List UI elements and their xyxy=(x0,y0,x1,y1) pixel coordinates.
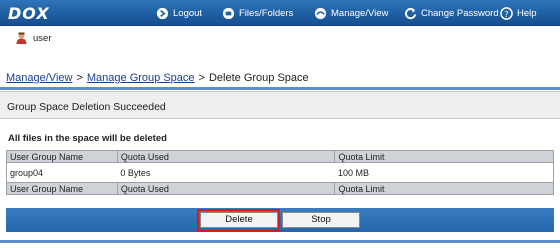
user-name: user xyxy=(33,32,52,44)
manage-icon xyxy=(314,7,327,19)
nav-change-password[interactable]: Change Password xyxy=(404,5,499,21)
nav-change-password-label: Change Password xyxy=(421,7,499,19)
current-user: user xyxy=(16,31,51,45)
breadcrumb-separator: > xyxy=(76,72,83,84)
table-footer-row: User Group Name Quota Used Quota Limit xyxy=(6,182,554,195)
refresh-icon xyxy=(405,7,417,19)
delete-button-highlight xyxy=(197,209,280,232)
nav-files-folders-label: Files/Folders xyxy=(239,7,294,19)
table-cell-quota-limit: 100 MB xyxy=(334,162,554,183)
nav-logout[interactable]: Logout xyxy=(156,5,202,21)
svg-text:?: ? xyxy=(504,8,508,18)
help-icon: ? xyxy=(500,6,513,20)
folder-icon xyxy=(222,7,235,19)
column-header: User Group Name xyxy=(6,150,118,163)
breadcrumb-divider xyxy=(0,87,560,90)
nav-files-folders[interactable]: Files/Folders xyxy=(222,5,293,21)
breadcrumb-current: Delete Group Space xyxy=(208,72,309,84)
table-cell-group-name: group04 xyxy=(6,162,118,183)
section-title-text: Group Space Deletion Succeeded xyxy=(7,101,166,113)
user-icon xyxy=(16,32,27,44)
table-cell-quota-used: 0 Bytes xyxy=(117,162,335,183)
top-nav-bar: DOX Logout Files/Folders Manage/View Cha… xyxy=(0,0,560,26)
breadcrumb-manage-view[interactable]: Manage/View xyxy=(6,72,72,84)
column-header: Quota Limit xyxy=(334,182,554,195)
table-header-row: User Group Name Quota Used Quota Limit xyxy=(6,150,554,163)
nav-manage-view-label: Manage/View xyxy=(331,7,389,19)
breadcrumb: Manage/View > Manage Group Space > Delete Gr… xyxy=(6,72,309,84)
warning-text: All files in the space will be deleted xyxy=(8,133,167,144)
column-header: Quota Used xyxy=(116,182,336,195)
stop-button[interactable]: Stop xyxy=(282,212,360,228)
action-bar: Delete Stop xyxy=(6,208,554,232)
breadcrumb-separator: > xyxy=(198,72,205,84)
section-title: Group Space Deletion Succeeded xyxy=(0,91,560,119)
nav-help[interactable]: ? Help xyxy=(500,5,537,21)
nav-help-label: Help xyxy=(517,7,537,19)
bottom-divider xyxy=(0,240,560,243)
nav-logout-label: Logout xyxy=(173,7,203,19)
table-row: group04 0 Bytes 100 MB xyxy=(6,162,554,183)
group-space-table: User Group Name Quota Used Quota Limit g… xyxy=(6,150,554,195)
dox-logo: DOX xyxy=(8,4,50,23)
column-header: Quota Used xyxy=(116,150,336,163)
logout-icon xyxy=(156,7,169,19)
column-header: User Group Name xyxy=(6,182,118,195)
nav-manage-view[interactable]: Manage/View xyxy=(314,5,388,21)
breadcrumb-manage-group-space[interactable]: Manage Group Space xyxy=(87,72,195,84)
column-header: Quota Limit xyxy=(334,150,554,163)
